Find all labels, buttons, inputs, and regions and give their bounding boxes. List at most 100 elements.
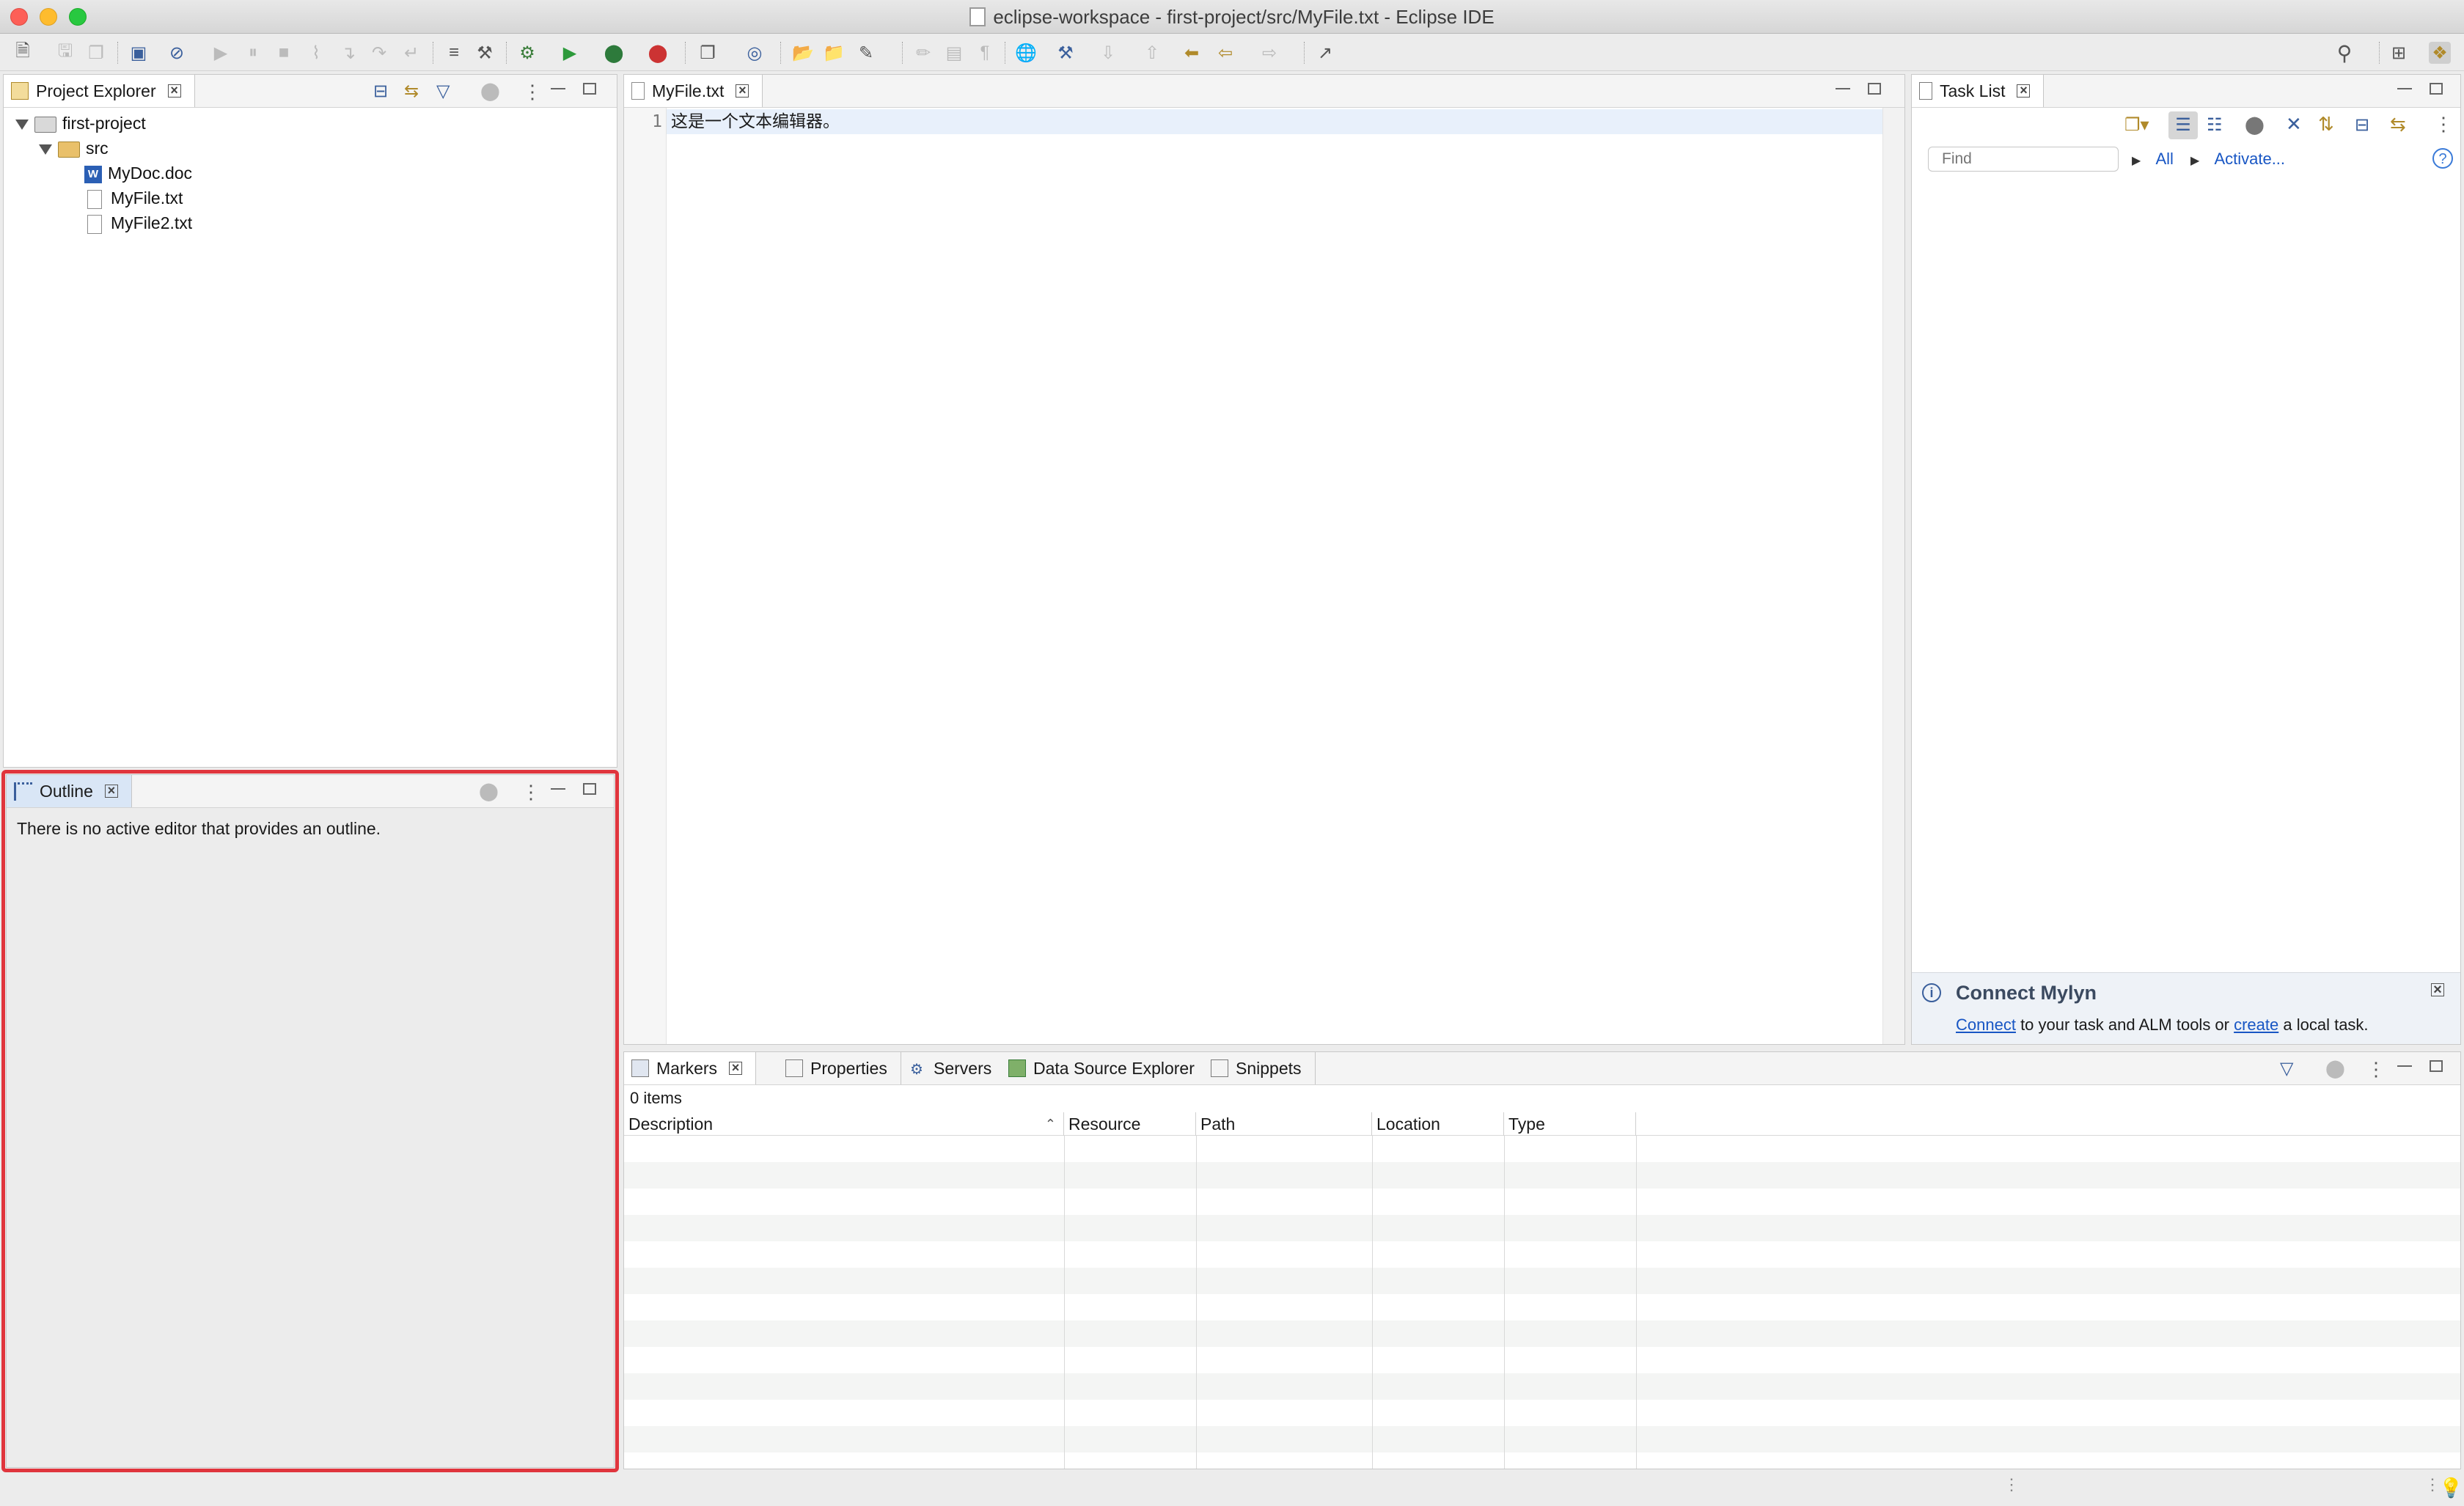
step-over-icon[interactable]: ↷ xyxy=(368,42,390,64)
next-annotation-icon[interactable]: ⇩ xyxy=(1097,42,1119,64)
focus-active-task-icon[interactable]: ⬤ xyxy=(480,81,500,102)
new-server-icon[interactable]: ❐ xyxy=(697,42,719,64)
maximize-icon[interactable] xyxy=(1868,83,1881,95)
column-path[interactable]: Path xyxy=(1196,1112,1372,1136)
filter-icon[interactable]: ▽ xyxy=(436,81,450,102)
maximize-icon[interactable] xyxy=(2430,1060,2443,1072)
run-icon[interactable]: ▶ xyxy=(559,42,581,64)
tab-properties[interactable]: Properties xyxy=(778,1052,901,1084)
scheduled-icon[interactable]: ☷ xyxy=(2207,114,2223,136)
word-wrap-icon[interactable]: ≡ xyxy=(443,42,465,64)
close-icon[interactable]: × xyxy=(2017,84,2031,98)
resume-icon[interactable]: ▶ xyxy=(210,42,232,64)
step-return-icon[interactable]: ↵ xyxy=(400,42,422,64)
filter-icon[interactable]: ▽ xyxy=(2280,1058,2293,1079)
debug-icon[interactable]: ⚙ xyxy=(516,42,538,64)
terminate-icon[interactable]: ■ xyxy=(273,42,295,64)
terminal-icon[interactable]: ▣ xyxy=(128,42,150,64)
globe-icon[interactable]: 🌐 xyxy=(1015,42,1037,64)
minimize-icon[interactable] xyxy=(1836,88,1850,89)
search-tool-icon[interactable]: ⚒ xyxy=(1055,42,1077,64)
maximize-icon[interactable] xyxy=(583,783,596,795)
minimize-icon[interactable] xyxy=(551,88,565,89)
forward-icon[interactable]: ⇨ xyxy=(1258,42,1280,64)
tree-item-file[interactable]: MyFile.txt xyxy=(87,186,183,210)
previous-annotation-icon[interactable]: ⇧ xyxy=(1141,42,1163,64)
all-dropdown[interactable]: ▶ All xyxy=(2132,150,2174,169)
close-banner-icon[interactable]: × xyxy=(2431,982,2444,997)
tab-project-explorer[interactable]: Project Explorer × xyxy=(4,75,195,107)
tab-task-list[interactable]: Task List × xyxy=(1912,75,2045,107)
close-icon[interactable]: × xyxy=(729,1061,743,1075)
link-with-editor-icon[interactable]: ⇆ xyxy=(2390,113,2406,136)
view-menu-icon[interactable]: ⋮ xyxy=(2434,113,2453,136)
collapse-all-icon[interactable]: ⊟ xyxy=(2355,114,2369,136)
tab-outline[interactable]: Outline × xyxy=(7,775,132,807)
tab-markers[interactable]: Markers × xyxy=(624,1052,757,1084)
new-task-icon[interactable]: ❐▾ xyxy=(2124,114,2149,136)
maximize-icon[interactable] xyxy=(2430,83,2443,95)
open-type-icon[interactable]: 📂 xyxy=(792,42,814,64)
column-resource[interactable]: Resource xyxy=(1064,1112,1196,1136)
column-description[interactable]: Description ⌃ xyxy=(624,1112,1064,1136)
block-selection-icon[interactable]: ⚒ xyxy=(474,42,496,64)
save-icon[interactable]: 🖫 xyxy=(54,41,76,64)
lightbulb-icon[interactable]: 💡 xyxy=(2439,1477,2463,1499)
pen-icon[interactable]: ✎ xyxy=(855,42,877,64)
external-tools-icon[interactable]: ⬤ xyxy=(647,42,669,64)
tab-snippets[interactable]: Snippets xyxy=(1203,1052,1316,1084)
close-icon[interactable]: × xyxy=(167,84,181,98)
column-location[interactable]: Location xyxy=(1372,1112,1504,1136)
focus-active-task-icon[interactable]: ⬤ xyxy=(2325,1058,2345,1079)
toggle-highlight-icon[interactable]: ▤ xyxy=(943,42,965,64)
back-icon[interactable]: ⇦ xyxy=(1214,42,1236,64)
minimize-icon[interactable] xyxy=(551,788,565,790)
focus-active-task-icon[interactable]: ⬤ xyxy=(479,781,499,802)
save-all-icon[interactable]: ❐ xyxy=(85,42,107,64)
tree-item-file[interactable]: W MyDoc.doc xyxy=(84,161,192,185)
skip-breakpoints-icon[interactable]: ⊘ xyxy=(166,42,188,64)
close-icon[interactable]: × xyxy=(104,784,118,798)
view-menu-icon[interactable]: ⋮ xyxy=(523,81,542,103)
maximize-icon[interactable] xyxy=(583,83,596,95)
column-type[interactable]: Type xyxy=(1504,1112,1636,1136)
java-ee-perspective-icon[interactable]: ❖ xyxy=(2429,42,2451,64)
categorized-icon[interactable]: ☰ xyxy=(2168,111,2198,139)
step-into-icon[interactable]: ↴ xyxy=(337,42,359,64)
expand-icon[interactable] xyxy=(39,144,52,155)
open-perspective-icon[interactable]: ⊞ xyxy=(2388,42,2410,64)
tree-item-project[interactable]: first-project xyxy=(15,111,146,135)
tab-servers[interactable]: ⚙ Servers xyxy=(903,1052,1006,1084)
close-icon[interactable]: × xyxy=(736,84,749,98)
focus-on-workweek-icon[interactable]: ⬤ xyxy=(2245,114,2265,136)
connect-link[interactable]: Connect xyxy=(1956,1015,2016,1034)
new-wizard-icon[interactable]: 🗎 xyxy=(12,41,34,64)
show-whitespace-icon[interactable]: ¶ xyxy=(974,42,996,64)
view-menu-icon[interactable]: ⋮ xyxy=(521,781,540,804)
disconnect-icon[interactable]: ⌇ xyxy=(305,42,327,64)
tree-item-src[interactable]: src xyxy=(39,136,109,160)
tree-item-file[interactable]: MyFile2.txt xyxy=(87,211,192,235)
synchronize-icon[interactable]: ⇅ xyxy=(2318,113,2334,136)
activate-dropdown[interactable]: ▶ Activate... xyxy=(2190,150,2285,169)
editor-text-area[interactable]: 1 这是一个文本编辑器。 xyxy=(624,108,1882,1044)
toggle-mark-occurrences-icon[interactable]: ✏ xyxy=(912,42,934,64)
hide-completed-icon[interactable]: ✕ xyxy=(2286,113,2302,136)
find-input[interactable] xyxy=(1928,147,2119,172)
suspend-icon[interactable]: ⏸ xyxy=(242,42,264,64)
link-with-editor-icon[interactable]: ⇆ xyxy=(404,81,419,102)
minimize-icon[interactable] xyxy=(2397,1065,2412,1067)
view-menu-icon[interactable]: ⋮ xyxy=(2366,1058,2386,1081)
last-edit-icon[interactable]: ⬅ xyxy=(1181,42,1203,64)
help-icon[interactable]: ? xyxy=(2432,148,2453,169)
expand-icon[interactable] xyxy=(15,119,29,130)
pin-editor-icon[interactable]: ↗ xyxy=(1314,42,1336,64)
open-folder-icon[interactable]: 📁 xyxy=(823,42,845,64)
collapse-all-icon[interactable]: ⊟ xyxy=(373,81,388,102)
search-icon[interactable]: ⚲ xyxy=(2333,42,2355,65)
tab-myfile-txt[interactable]: MyFile.txt × xyxy=(624,75,763,107)
new-web-service-icon[interactable]: ◎ xyxy=(744,42,766,64)
coverage-icon[interactable]: ⬤ xyxy=(603,42,625,64)
minimize-icon[interactable] xyxy=(2397,88,2412,89)
create-link[interactable]: create xyxy=(2234,1015,2278,1034)
